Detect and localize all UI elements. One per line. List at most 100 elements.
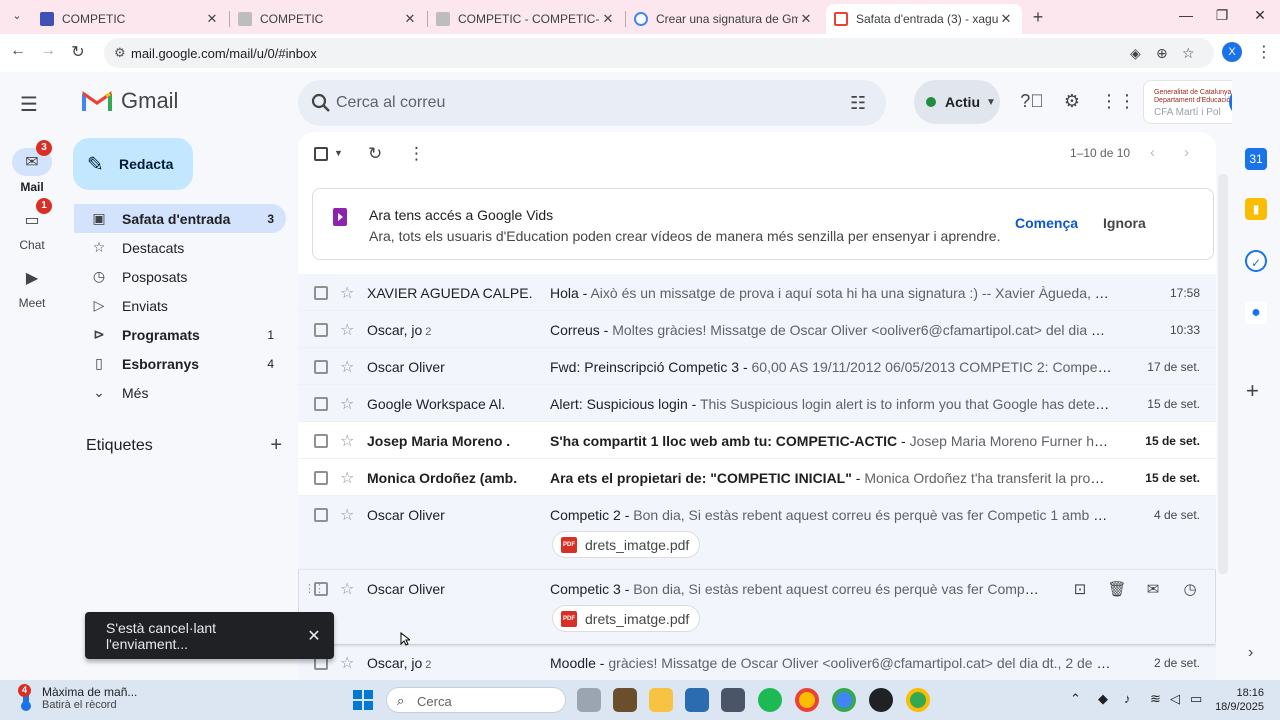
star-icon[interactable]: ☆	[340, 505, 354, 525]
main-menu-icon[interactable]: ☰	[20, 92, 42, 117]
taskbar-search[interactable]: ⌕ Cerca	[386, 687, 566, 713]
browser-tab-3[interactable]: COMPETIC - COMPETIC-2 (C1-1 ✕	[428, 4, 624, 34]
mark-unread-icon[interactable]: ✉	[1143, 580, 1163, 598]
message-list-scrollbar[interactable]	[1218, 174, 1228, 574]
forward-icon[interactable]: →	[38, 42, 58, 62]
promo-dismiss-button[interactable]: Ignora	[1103, 215, 1146, 231]
settings-gear-icon[interactable]: ⚙	[1060, 91, 1084, 115]
new-tab-icon[interactable]: +	[1029, 7, 1047, 28]
gmail-logo[interactable]: Gmail	[82, 88, 178, 114]
back-icon[interactable]: ←	[8, 42, 28, 62]
task-view-icon[interactable]	[577, 688, 601, 712]
row-checkbox[interactable]	[314, 286, 328, 300]
star-icon[interactable]: ☆	[340, 579, 354, 599]
library-app-icon[interactable]	[613, 688, 637, 712]
url-text[interactable]: mail.google.com/mail/u/0/#inbox	[131, 46, 317, 61]
search-icon[interactable]	[310, 92, 332, 114]
row-checkbox[interactable]	[314, 397, 328, 411]
more-actions-icon[interactable]: ⋮	[408, 144, 425, 164]
reload-icon[interactable]: ↻	[68, 42, 88, 62]
previous-page-icon[interactable]: ‹	[1150, 144, 1155, 161]
store-icon[interactable]	[685, 688, 709, 712]
app-icon[interactable]	[869, 688, 893, 712]
star-icon[interactable]: ☆	[340, 653, 354, 673]
get-addons-icon[interactable]: +	[1246, 378, 1259, 404]
row-checkbox[interactable]	[314, 508, 328, 522]
nav-item-starred[interactable]: ☆ Destacats	[74, 233, 286, 262]
search-options-icon[interactable]: ☷	[850, 93, 866, 114]
lens-icon[interactable]: ◈	[1130, 45, 1141, 62]
help-icon[interactable]: ?⃝	[1020, 91, 1044, 115]
rail-meet[interactable]: ▶ Meet	[8, 264, 56, 310]
email-row-unread[interactable]: ☆ Josep Maria Moreno . S'ha compartit 1 …	[298, 422, 1216, 459]
email-row[interactable]: ☆ Oscar, jo 2 Correus - Moltes gràcies! M…	[298, 311, 1216, 348]
close-tab-icon[interactable]: ✕	[600, 11, 616, 27]
site-info-icon[interactable]: ⚙	[114, 45, 126, 61]
close-tab-icon[interactable]: ✕	[998, 11, 1014, 27]
nav-item-inbox[interactable]: ▣ Safata d'entrada 3	[74, 204, 286, 233]
zoom-icon[interactable]: ⊕	[1156, 45, 1168, 62]
browser-tab-2[interactable]: COMPETIC ✕	[230, 4, 426, 34]
star-icon[interactable]: ☆	[340, 431, 354, 451]
next-page-icon[interactable]: ›	[1184, 144, 1189, 161]
star-icon[interactable]: ☆	[340, 468, 354, 488]
email-row[interactable]: ☆ Oscar Oliver Fwd: Preinscripció Compet…	[298, 348, 1216, 385]
snooze-icon[interactable]: ◷	[1180, 580, 1200, 598]
close-window-icon[interactable]: ✕	[1250, 7, 1270, 24]
close-tab-icon[interactable]: ✕	[402, 11, 418, 27]
attachment-chip[interactable]: PDF drets_imatge.pdf	[552, 605, 701, 632]
nav-item-sent[interactable]: ▷ Enviats	[74, 291, 286, 320]
tab-search-icon[interactable]: ⌄	[8, 9, 26, 25]
row-checkbox[interactable]	[314, 323, 328, 337]
close-tab-icon[interactable]: ✕	[798, 11, 814, 27]
wifi-icon[interactable]: ≋	[1150, 691, 1161, 707]
nav-item-snoozed[interactable]: ◷ Posposats	[74, 262, 286, 291]
close-toast-icon[interactable]: ✕	[294, 626, 334, 646]
promo-start-button[interactable]: Comença	[1015, 215, 1078, 231]
attachment-chip[interactable]: PDF drets_imatge.pdf	[552, 531, 701, 558]
browser-tab-1[interactable]: COMPETIC ✕	[32, 4, 228, 34]
contacts-icon[interactable]: ●	[1245, 302, 1267, 324]
address-bar[interactable]: ⚙ mail.google.com/mail/u/0/#inbox ◈ ⊕ ☆	[104, 38, 1214, 68]
windows-start-icon[interactable]	[353, 690, 373, 710]
star-icon[interactable]: ☆	[340, 320, 354, 340]
chrome-icon[interactable]	[795, 688, 819, 712]
calendar-icon[interactable]: 31	[1245, 148, 1267, 170]
refresh-icon[interactable]: ↻	[368, 144, 382, 164]
search-input[interactable]	[336, 80, 836, 126]
email-row-hovered[interactable]: ⋮⋮ ☆ Oscar Oliver Competic 3 - Bon dia, …	[298, 570, 1216, 644]
volume-icon[interactable]: ◁	[1170, 691, 1180, 707]
row-checkbox[interactable]	[314, 582, 328, 596]
minimize-icon[interactable]: —	[1176, 7, 1196, 23]
star-icon[interactable]: ☆	[340, 394, 354, 414]
nav-item-scheduled[interactable]: ⊳ Programats 1	[74, 320, 286, 349]
browser-tab-5-active[interactable]: Safata d'entrada (3) - xagueda@ ✕	[826, 4, 1022, 34]
add-label-icon[interactable]: +	[270, 434, 282, 457]
app-icon[interactable]	[721, 688, 745, 712]
battery-icon[interactable]: ▭	[1190, 691, 1202, 707]
delete-icon[interactable]: 🗑	[1107, 580, 1127, 598]
email-row[interactable]: ☆ Oscar Oliver Competic 2 - Bon dia, Si …	[298, 496, 1216, 570]
email-row[interactable]: ☆ Oscar, jo 2 Moodle - gràcies! Missatge …	[298, 644, 1216, 680]
tasks-icon[interactable]: ✓	[1245, 250, 1267, 272]
email-row[interactable]: ☆ XAVIER AGUEDA CALPE. Hola - Això és un…	[298, 274, 1216, 311]
row-checkbox[interactable]	[314, 434, 328, 448]
rail-chat[interactable]: ▭ 1 Chat	[8, 198, 56, 252]
status-selector[interactable]: Actiu ▼	[914, 80, 1000, 124]
nav-item-more[interactable]: ⌄ Més	[74, 378, 286, 407]
microphone-icon[interactable]: ♪	[1124, 691, 1131, 706]
security-icon[interactable]: ◆	[1098, 691, 1108, 707]
rail-mail[interactable]: ✉ 3 Mail	[8, 140, 56, 194]
email-row-unread[interactable]: ☆ Monica Ordoñez (amb. Ara ets el propie…	[298, 459, 1216, 496]
select-dropdown-icon[interactable]: ▼	[334, 148, 343, 158]
nav-item-drafts[interactable]: ▯ Esborranys 4	[74, 349, 286, 378]
chrome-profile-icon[interactable]	[906, 688, 930, 712]
email-row[interactable]: ☆ Google Workspace Al. Alert: Suspicious…	[298, 385, 1216, 422]
keep-icon[interactable]: ▮	[1245, 198, 1267, 220]
file-explorer-icon[interactable]	[649, 688, 673, 712]
spotify-icon[interactable]	[758, 688, 782, 712]
select-all-checkbox[interactable]	[314, 147, 328, 161]
weather-widget[interactable]: 4 Màxima de mañ... Batirà el rècord	[16, 684, 137, 712]
compose-button[interactable]: ✎ Redacta	[73, 138, 193, 190]
restore-icon[interactable]: ❐	[1212, 7, 1232, 24]
